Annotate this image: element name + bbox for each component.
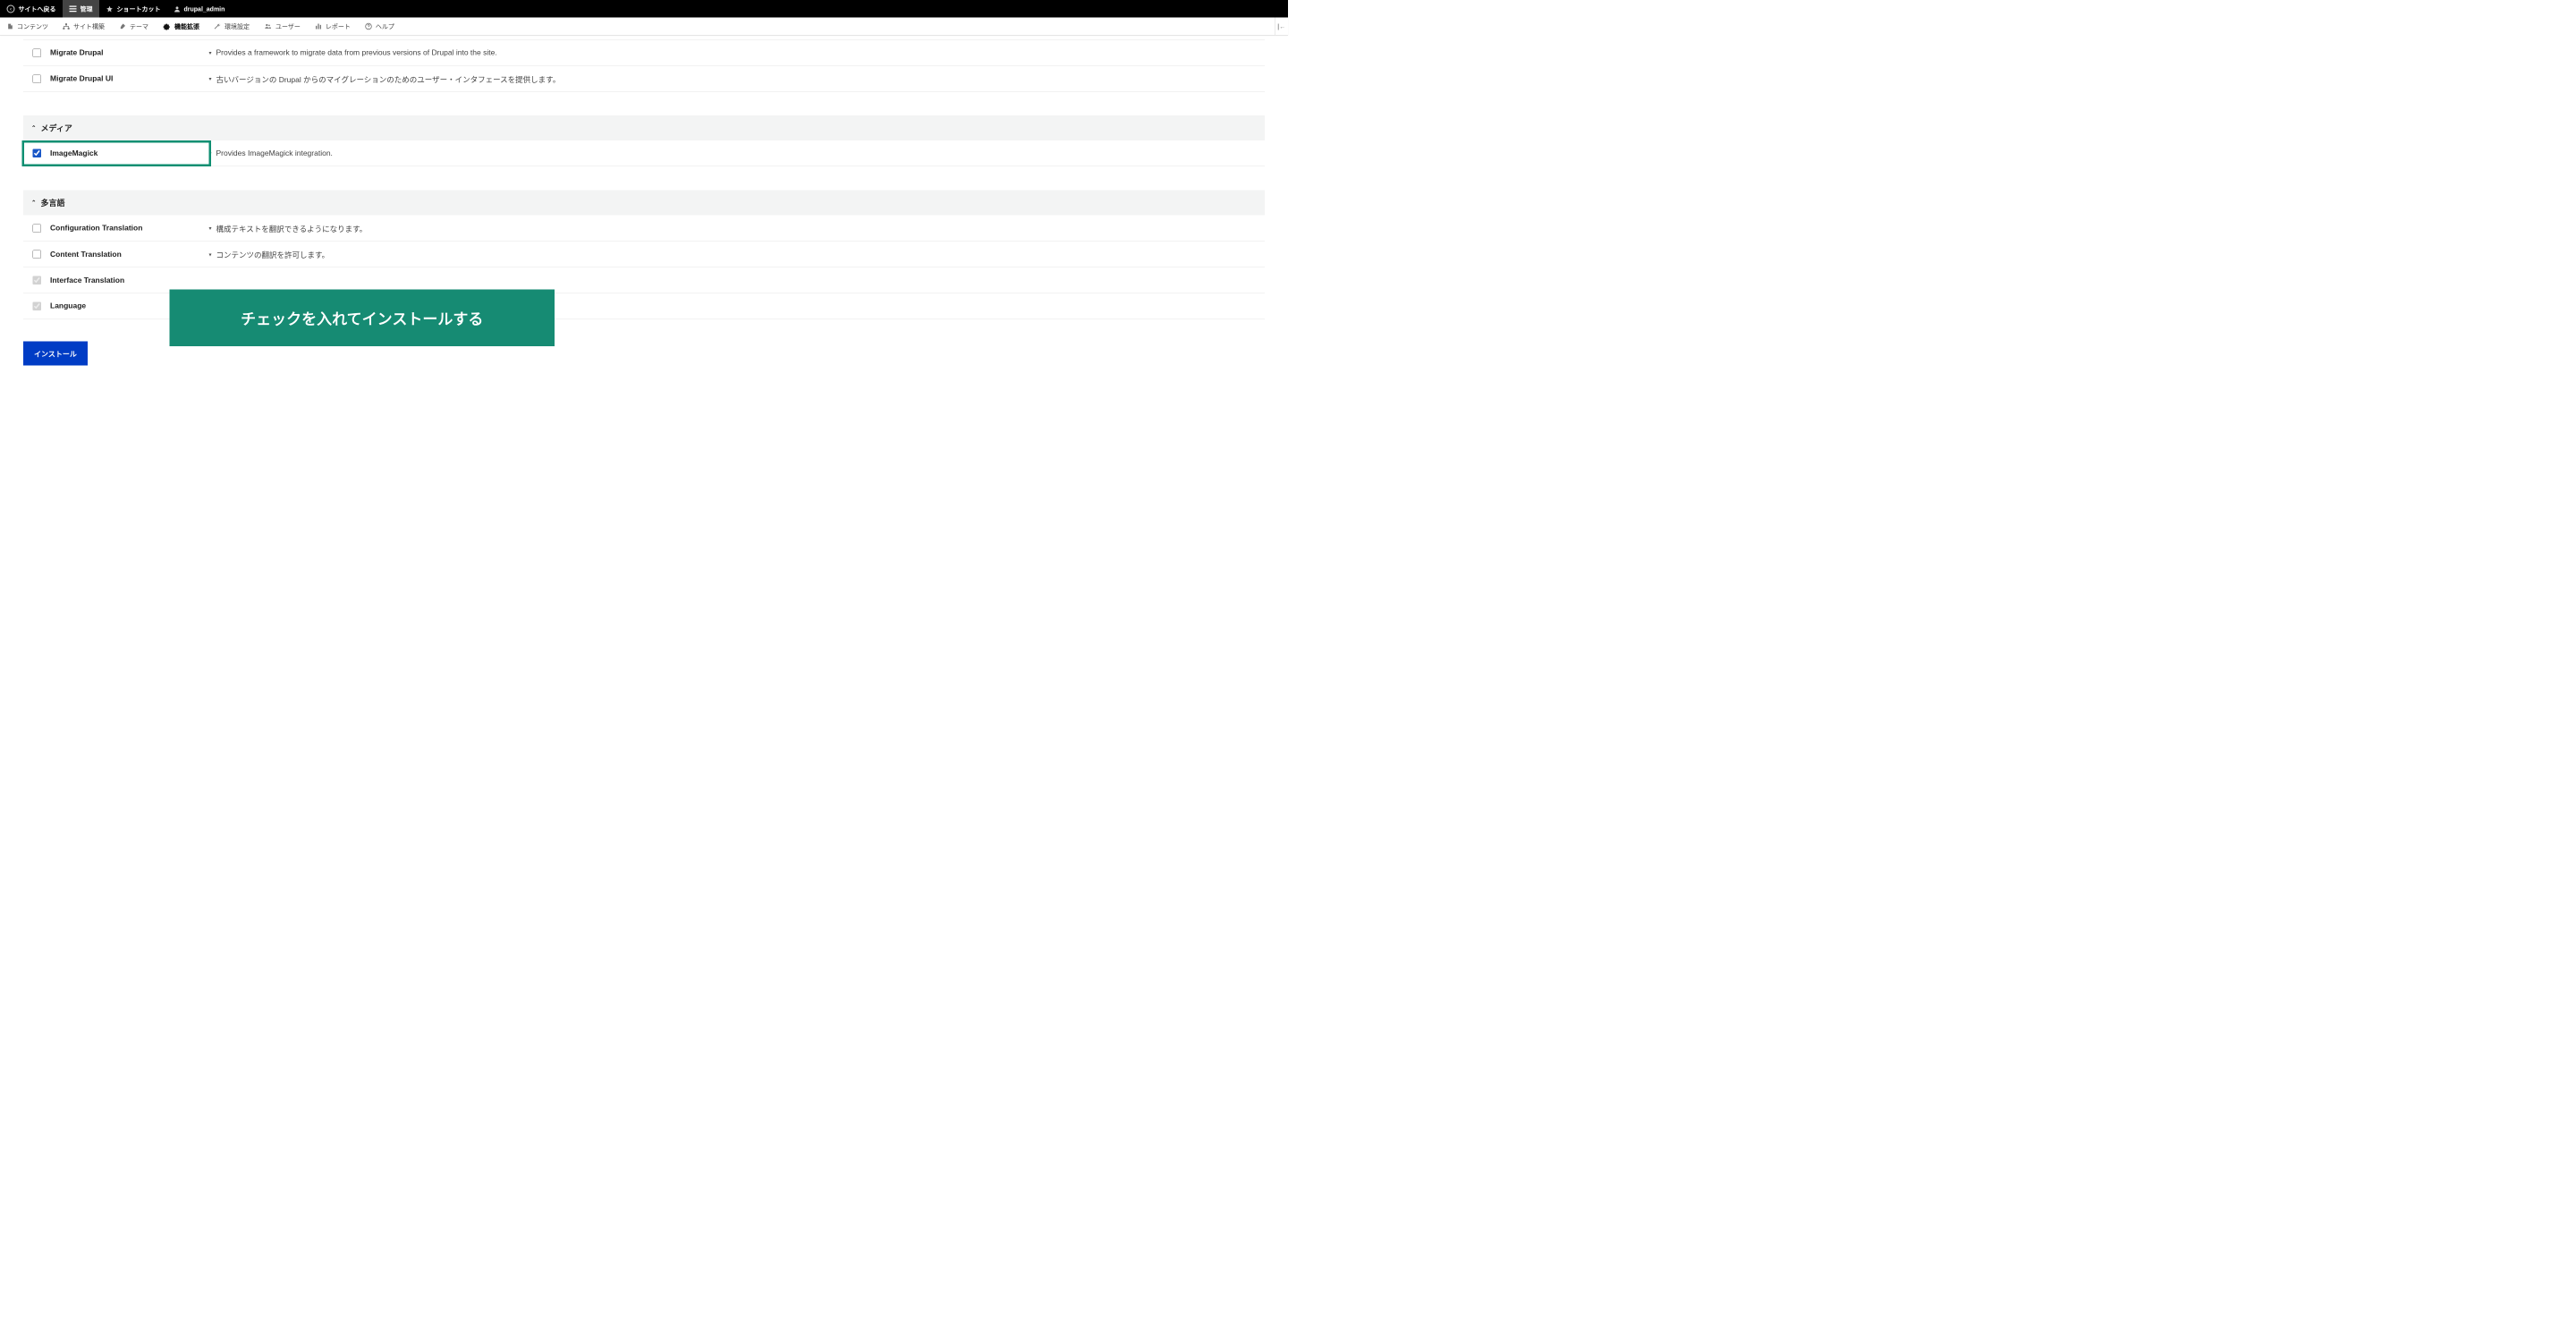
manage-label: 管理 [80,4,93,13]
user-icon [174,5,181,13]
nav-help[interactable]: ヘルプ [358,18,402,36]
modules-media-group: ImageMagick ▾ Provides ImageMagick integ… [23,140,1265,166]
module-row-content-translation: Content Translation ▾ コンテンツの翻訳を許可します。 [23,242,1265,268]
wrench-icon [214,22,221,30]
nav-users-label: ユーザー [275,21,301,30]
nav-users[interactable]: ユーザー [257,18,308,36]
chevron-down-icon[interactable]: ▾ [209,251,212,258]
modules-migration-group: Migrate Drupal ▾ Provides a framework to… [23,40,1265,92]
star-icon [106,5,114,13]
chart-icon [315,22,322,30]
module-row-language: Language [23,293,1265,319]
module-name: ImageMagick [50,149,209,157]
module-row-migrate-drupal: Migrate Drupal ▾ Provides a framework to… [23,40,1265,66]
admin-secondary-nav: コンテンツ サイト構築 テーマ 機能拡張 環境設定 [0,18,1288,36]
hamburger-icon [70,5,77,12]
manage-link[interactable]: 管理 [63,0,99,18]
back-label: サイトへ戻る [19,4,56,13]
chevron-up-icon: ⌃ [31,124,36,132]
file-icon [7,22,13,30]
puzzle-icon [163,22,171,30]
module-checkbox[interactable] [32,251,41,259]
module-row-imagemagick: ImageMagick ▾ Provides ImageMagick integ… [23,140,1265,166]
nav-content[interactable]: コンテンツ [0,18,55,36]
nav-themes[interactable]: テーマ [112,18,156,36]
section-header-media[interactable]: ⌃ メディア [23,115,1265,140]
section-title: 多言語 [40,197,64,208]
modules-multilang-group: Configuration Translation ▾ 構成テキストを翻訳できる… [23,216,1265,319]
chevron-down-icon[interactable]: ▾ [209,50,212,56]
module-name: Language [50,302,209,310]
structure-icon [63,22,70,30]
shortcuts-link[interactable]: ショートカット [99,0,167,18]
nav-extend[interactable]: 機能拡張 [156,18,207,36]
module-name: Migrate Drupal [50,48,209,57]
section-header-multilang[interactable]: ⌃ 多言語 [23,191,1265,216]
help-icon [365,22,372,30]
back-to-site-link[interactable]: ‹ サイトへ戻る [0,0,63,18]
module-checkbox[interactable] [32,149,41,158]
module-row-interface-translation: Interface Translation [23,268,1265,293]
nav-config[interactable]: 環境設定 [207,18,257,36]
module-checkbox[interactable] [32,74,41,83]
module-name: Configuration Translation [50,224,209,233]
paintbrush-icon [119,22,126,30]
module-name: Content Translation [50,250,209,259]
nav-config-label: 環境設定 [225,21,250,30]
admin-topbar: ‹ サイトへ戻る 管理 ショートカット drupal_admin [0,0,1288,18]
module-checkbox-locked [32,276,41,285]
nav-help-label: ヘルプ [376,21,394,30]
module-name: Migrate Drupal UI [50,74,209,83]
nav-reports[interactable]: レポート [308,18,358,36]
module-desc: Provides a framework to migrate data fro… [216,48,497,57]
chevron-down-icon[interactable]: ▾ [209,76,212,82]
module-desc: Provides ImageMagick integration. [216,149,333,157]
nav-structure-label: サイト構築 [73,21,105,30]
module-name: Interface Translation [50,276,209,285]
back-icon: ‹ [7,4,15,13]
module-row-config-translation: Configuration Translation ▾ 構成テキストを翻訳できる… [23,216,1265,242]
collapse-sidebar-button[interactable]: |← [1275,18,1288,36]
nav-extend-label: 機能拡張 [174,21,199,30]
chevron-down-icon[interactable]: ▾ [209,150,212,157]
module-checkbox[interactable] [32,48,41,57]
nav-themes-label: テーマ [130,21,148,30]
nav-structure[interactable]: サイト構築 [55,18,112,36]
user-label: drupal_admin [184,5,225,13]
shortcuts-label: ショートカット [117,4,161,13]
module-row-migrate-drupal-ui: Migrate Drupal UI ▾ 古いバージョンの Drupal からのマ… [23,66,1265,92]
nav-reports-label: レポート [326,21,351,30]
section-title: メディア [40,123,72,134]
module-desc: 構成テキストを翻訳できるようになります。 [216,223,368,234]
nav-content-label: コンテンツ [17,21,48,30]
users-icon [264,23,272,30]
user-link[interactable]: drupal_admin [167,0,232,18]
chevron-down-icon[interactable]: ▾ [209,225,212,232]
module-checkbox-locked [32,302,41,310]
chevron-up-icon: ⌃ [31,200,36,207]
install-button[interactable]: インストール [23,342,88,366]
module-desc: コンテンツの翻訳を許可します。 [216,249,330,260]
module-desc: 古いバージョンの Drupal からのマイグレーションのためのユーザー・インタフ… [216,73,561,85]
module-checkbox[interactable] [32,224,41,233]
